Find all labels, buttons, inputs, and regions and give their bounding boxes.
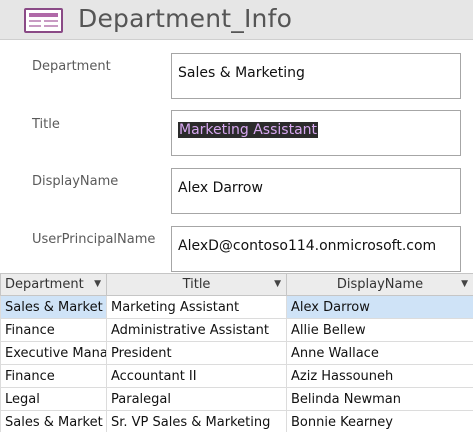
table-cell[interactable]: Sales & Market bbox=[0, 295, 107, 319]
department-field[interactable]: Sales & Marketing bbox=[171, 53, 461, 99]
table-cell[interactable]: President bbox=[106, 341, 287, 365]
table-cell[interactable]: Belinda Newman bbox=[286, 387, 473, 411]
displayname-field[interactable]: Alex Darrow bbox=[171, 168, 461, 214]
upn-field[interactable]: AlexD@contoso114.onmicrosoft.com bbox=[171, 226, 461, 272]
column-header-label: Title bbox=[182, 277, 211, 292]
datasheet-table: Department ▼ Title ▼ DisplayName ▼ Sales & … bbox=[0, 273, 473, 432]
table-row[interactable]: Sales & Market Sr. VP Sales & Marketing … bbox=[0, 410, 473, 432]
table-cell[interactable]: Alex Darrow bbox=[286, 295, 473, 319]
table-row[interactable]: Finance Administrative Assistant Allie B… bbox=[0, 318, 473, 342]
table-cell[interactable]: Paralegal bbox=[106, 387, 287, 411]
title-selected-text: Marketing Assistant bbox=[178, 122, 319, 138]
table-cell[interactable]: Legal bbox=[0, 387, 107, 411]
table-cell[interactable]: Anne Wallace bbox=[286, 341, 473, 365]
table-cell[interactable]: Bonnie Kearney bbox=[286, 410, 473, 432]
form-title: Department_Info bbox=[78, 4, 293, 33]
table-cell[interactable]: Allie Bellew bbox=[286, 318, 473, 342]
table-cell[interactable]: Accountant II bbox=[106, 364, 287, 388]
table-row[interactable]: Legal Paralegal Belinda Newman bbox=[0, 387, 473, 411]
displayname-label: DisplayName bbox=[32, 174, 119, 189]
column-header-department[interactable]: Department ▼ bbox=[0, 273, 107, 296]
table-row[interactable]: Executive Mana President Anne Wallace bbox=[0, 341, 473, 365]
table-cell[interactable]: Sales & Market bbox=[0, 410, 107, 432]
table-cell[interactable]: Finance bbox=[0, 364, 107, 388]
dropdown-arrow-icon[interactable]: ▼ bbox=[94, 279, 101, 289]
table-cell[interactable]: Marketing Assistant bbox=[106, 295, 287, 319]
column-header-label: Department bbox=[5, 277, 84, 292]
datasheet-header-row: Department ▼ Title ▼ DisplayName ▼ bbox=[0, 273, 473, 296]
table-row[interactable]: Sales & Market Marketing Assistant Alex … bbox=[0, 295, 473, 319]
datasheet: Department ▼ Title ▼ DisplayName ▼ Sales & … bbox=[0, 273, 473, 432]
column-header-label: DisplayName bbox=[336, 277, 424, 292]
dropdown-arrow-icon[interactable]: ▼ bbox=[461, 279, 468, 289]
table-cell[interactable]: Finance bbox=[0, 318, 107, 342]
title-field[interactable]: Marketing Assistant bbox=[171, 110, 461, 156]
column-header-displayname[interactable]: DisplayName ▼ bbox=[286, 273, 473, 296]
upn-label: UserPrincipalName bbox=[32, 232, 156, 247]
form-icon bbox=[24, 8, 63, 33]
table-cell[interactable]: Sr. VP Sales & Marketing bbox=[106, 410, 287, 432]
department-label: Department bbox=[32, 59, 111, 74]
dropdown-arrow-icon[interactable]: ▼ bbox=[274, 279, 281, 289]
table-cell[interactable]: Administrative Assistant bbox=[106, 318, 287, 342]
form-header: Department_Info bbox=[0, 0, 473, 40]
form-body: Department Sales & Marketing Title Marke… bbox=[0, 40, 473, 273]
table-row[interactable]: Finance Accountant II Aziz Hassouneh bbox=[0, 364, 473, 388]
column-header-title[interactable]: Title ▼ bbox=[106, 273, 287, 296]
table-cell[interactable]: Aziz Hassouneh bbox=[286, 364, 473, 388]
table-cell[interactable]: Executive Mana bbox=[0, 341, 107, 365]
title-label: Title bbox=[32, 117, 60, 132]
